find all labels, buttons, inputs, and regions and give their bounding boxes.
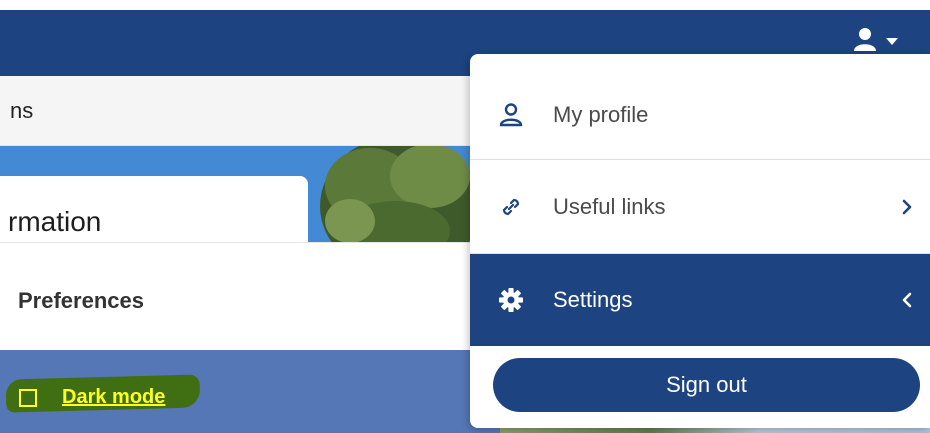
secondary-nav-bar: ns [0,76,470,146]
user-dropdown-menu: My profile Useful links Settings Sign ou… [470,54,930,428]
dark-mode-checkbox[interactable] [19,389,37,407]
menu-item-settings[interactable]: Settings [470,254,930,346]
gear-icon [498,287,524,313]
profile-icon [498,102,524,128]
link-icon [498,194,524,220]
menu-item-label: My profile [553,101,649,127]
user-menu-toggle[interactable] [852,26,918,57]
sign-out-button[interactable]: Sign out [493,358,920,412]
caret-down-icon [886,37,898,45]
menu-item-my-profile[interactable]: My profile [470,70,930,160]
user-icon [852,26,878,57]
menu-item-label: Settings [553,287,633,312]
info-card-title: rmation [8,206,102,237]
chevron-right-icon [900,197,914,217]
menu-item-useful-links[interactable]: Useful links [470,160,930,254]
dark-mode-label[interactable]: Dark mode [62,386,165,409]
preferences-title: Preferences [18,288,144,313]
menu-item-label: Useful links [553,193,666,219]
chevron-left-icon [900,290,914,310]
secondary-nav-text[interactable]: ns [10,98,33,124]
